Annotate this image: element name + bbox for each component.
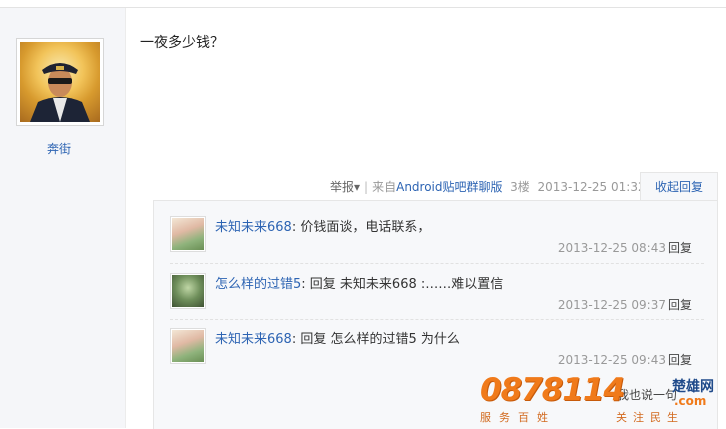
reply-meta: 2013-12-25 08:43 回复 [558,239,692,256]
author-name[interactable]: 奔街 [0,140,118,157]
caret-down-icon: ▾ [354,180,361,194]
site-watermark: 0878114 楚雄网 .com 服务百姓 关注民生 [478,372,718,424]
author-avatar[interactable] [16,38,104,126]
reply-text-line: 未知未来668: 回复 怎么样的过错5 为什么 [215,332,460,347]
reply-meta: 2013-12-25 09:43 回复 [558,351,692,368]
reply-avatar[interactable] [170,328,206,364]
post-tail: 举报▾ | 来自Android贴吧群聊版 3楼 2013-12-25 01:32 [330,178,646,195]
avatar-image [172,218,204,250]
reply-button[interactable]: 回复 [668,298,692,312]
reply-button[interactable]: 回复 [668,353,692,367]
divider [170,319,704,321]
list-item: 怎么样的过错5: 回复 未知未来668 :……难以置信 2013-12-25 0… [170,273,704,333]
source-client-link[interactable]: Android [396,180,442,194]
reply-text-line: 怎么样的过错5: 回复 未知未来668 :……难以置信 [215,277,504,292]
reply-button[interactable]: 回复 [668,241,692,255]
reply-time: 2013-12-25 09:37 [557,298,666,312]
report-link[interactable]: 举报▾ [330,180,360,194]
list-item: 未知未来668: 价钱面谈，电话联系， 2013-12-25 08:43 回复 [170,216,704,276]
reply-text-line: 未知未来668: 价钱面谈，电话联系， [215,220,431,235]
collapse-replies-button[interactable]: 收起回复 [640,172,718,201]
avatar-image [172,275,204,307]
reply-meta: 2013-12-25 09:37 回复 [558,296,692,313]
watermark-site-name: 楚雄网 [672,379,714,395]
reply-content: 回复 未知未来668 :……难以置信 [309,277,504,292]
reply-avatar[interactable] [170,273,206,309]
separator: | [364,180,369,194]
avatar-image [20,42,100,122]
watermark-slogan-left: 服务百姓 [480,411,556,424]
reply-username[interactable]: 未知未来668 [215,332,292,347]
reply-username[interactable]: 未知未来668 [215,220,292,235]
reply-username[interactable]: 怎么样的过错5 [215,277,301,292]
post-datetime: 2013-12-25 01:32 [537,180,646,194]
reply-avatar[interactable] [170,216,206,252]
reply-content: 回复 怎么样的过错5 为什么 [300,332,460,347]
watermark-domain: .com [674,394,707,408]
reply-time: 2013-12-25 09:43 [557,353,666,367]
watermark-logo: 0878114 [480,372,625,408]
reply-content: 价钱面谈，电话联系， [300,220,431,235]
avatar-image [172,330,204,362]
floor-number: 3楼 [510,180,530,194]
author-panel: 奔街 [0,8,126,428]
divider [170,263,704,265]
post-content: 一夜多少钱？ [140,35,224,51]
source-prefix: 来自 [372,180,397,194]
reply-time: 2013-12-25 08:43 [557,241,666,255]
watermark-slogan-right: 关注民生 [616,411,684,424]
source-app-link[interactable]: 贴吧群聊版 [443,180,503,194]
